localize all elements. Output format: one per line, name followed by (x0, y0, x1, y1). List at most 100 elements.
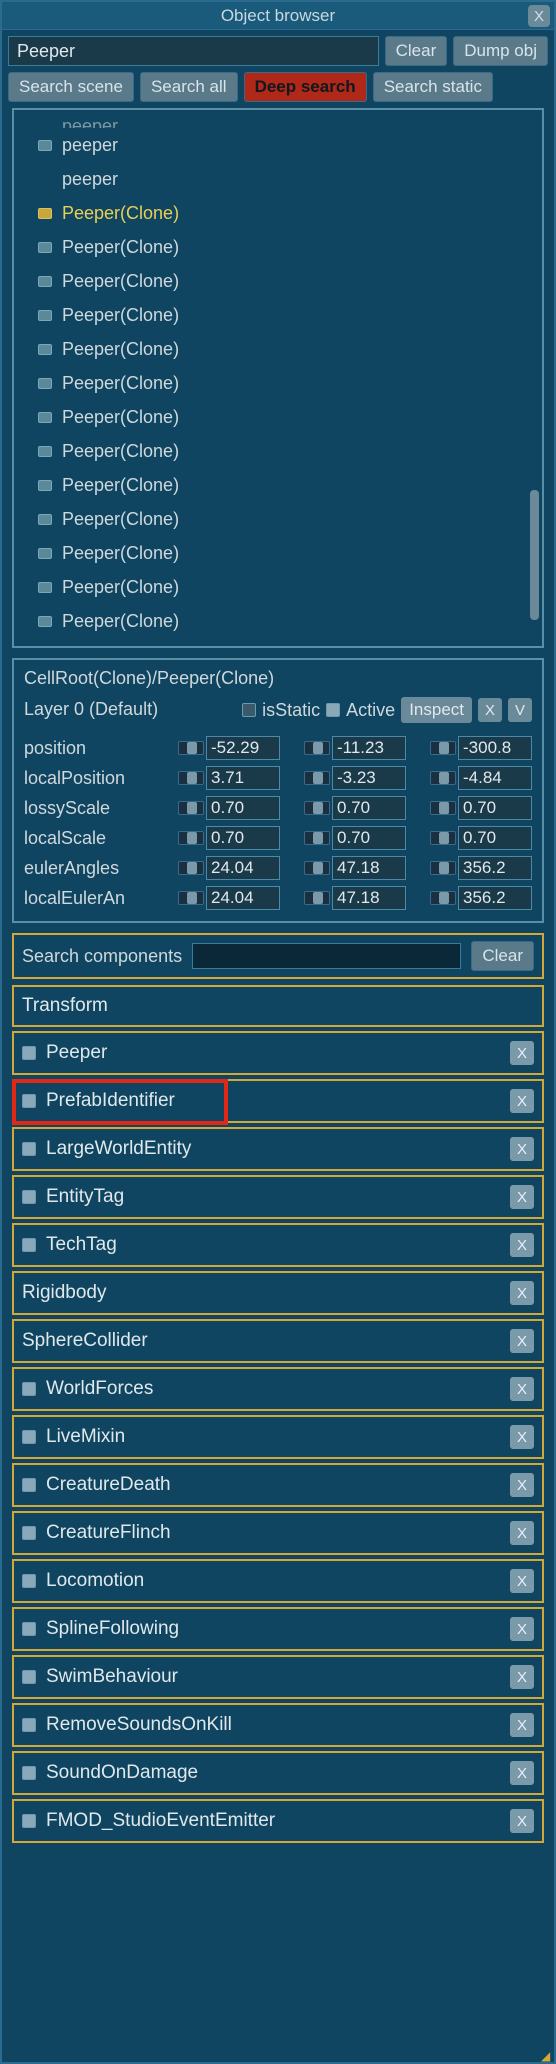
tree-item[interactable]: Peeper(Clone) (20, 434, 536, 468)
tree-item[interactable]: Peeper(Clone) (20, 196, 536, 230)
value-input-z[interactable] (458, 826, 532, 850)
search-static-button[interactable]: Search static (373, 72, 493, 102)
value-input-x[interactable] (206, 736, 280, 760)
value-input-y[interactable] (332, 736, 406, 760)
tree-scrollbar[interactable] (530, 490, 539, 620)
tree-item[interactable]: peeper (20, 114, 536, 128)
value-slider[interactable] (304, 741, 330, 755)
tree-item[interactable]: Peeper(Clone) (20, 570, 536, 604)
inspector-v-button[interactable]: V (508, 698, 532, 722)
component-row[interactable]: LargeWorldEntityX (12, 1127, 544, 1171)
object-tree[interactable]: peeperpeeperpeeperPeeper(Clone)Peeper(Cl… (12, 108, 544, 648)
component-enabled-checkbox[interactable] (22, 1238, 36, 1252)
value-input-y[interactable] (332, 766, 406, 790)
remove-component-button[interactable]: X (510, 1041, 534, 1065)
tree-item[interactable]: Peeper(Clone) (20, 400, 536, 434)
value-slider[interactable] (430, 831, 456, 845)
value-input-z[interactable] (458, 796, 532, 820)
remove-component-button[interactable]: X (510, 1713, 534, 1737)
remove-component-button[interactable]: X (510, 1665, 534, 1689)
value-input-z[interactable] (458, 766, 532, 790)
tree-item[interactable]: Peeper(Clone) (20, 332, 536, 366)
value-slider[interactable] (178, 741, 204, 755)
value-slider[interactable] (178, 861, 204, 875)
component-row[interactable]: LocomotionX (12, 1559, 544, 1603)
dump-obj-button[interactable]: Dump obj (453, 36, 548, 66)
value-input-z[interactable] (458, 736, 532, 760)
value-slider[interactable] (304, 831, 330, 845)
component-row[interactable]: TechTagX (12, 1223, 544, 1267)
component-search-clear[interactable]: Clear (471, 941, 534, 971)
component-row[interactable]: SplineFollowingX (12, 1607, 544, 1651)
component-row[interactable]: SphereColliderX (12, 1319, 544, 1363)
search-all-button[interactable]: Search all (140, 72, 238, 102)
clear-button[interactable]: Clear (385, 36, 448, 66)
tree-item[interactable]: Peeper(Clone) (20, 264, 536, 298)
tree-item[interactable]: Peeper(Clone) (20, 298, 536, 332)
component-enabled-checkbox[interactable] (22, 1430, 36, 1444)
component-enabled-checkbox[interactable] (22, 1046, 36, 1060)
component-enabled-checkbox[interactable] (22, 1622, 36, 1636)
component-enabled-checkbox[interactable] (22, 1382, 36, 1396)
tree-item[interactable]: Peeper(Clone) (20, 604, 536, 638)
remove-component-button[interactable]: X (510, 1761, 534, 1785)
value-input-y[interactable] (332, 826, 406, 850)
component-enabled-checkbox[interactable] (22, 1190, 36, 1204)
value-slider[interactable] (304, 801, 330, 815)
value-slider[interactable] (178, 891, 204, 905)
component-row[interactable]: SwimBehaviourX (12, 1655, 544, 1699)
search-scene-button[interactable]: Search scene (8, 72, 134, 102)
value-input-y[interactable] (332, 886, 406, 910)
remove-component-button[interactable]: X (510, 1521, 534, 1545)
remove-component-button[interactable]: X (510, 1281, 534, 1305)
component-row[interactable]: WorldForcesX (12, 1367, 544, 1411)
tree-item[interactable]: Peeper(Clone) (20, 502, 536, 536)
close-button[interactable]: X (528, 5, 550, 27)
component-enabled-checkbox[interactable] (22, 1766, 36, 1780)
inspector-x-button[interactable]: X (478, 698, 502, 722)
remove-component-button[interactable]: X (510, 1377, 534, 1401)
remove-component-button[interactable]: X (510, 1137, 534, 1161)
value-slider[interactable] (178, 801, 204, 815)
component-enabled-checkbox[interactable] (22, 1478, 36, 1492)
remove-component-button[interactable]: X (510, 1617, 534, 1641)
value-slider[interactable] (304, 861, 330, 875)
tree-item[interactable]: Peeper(Clone) (20, 230, 536, 264)
component-row[interactable]: EntityTagX (12, 1175, 544, 1219)
search-input[interactable] (8, 36, 379, 66)
remove-component-button[interactable]: X (510, 1233, 534, 1257)
component-row[interactable]: CreatureFlinchX (12, 1511, 544, 1555)
remove-component-button[interactable]: X (510, 1425, 534, 1449)
value-slider[interactable] (430, 741, 456, 755)
component-enabled-checkbox[interactable] (22, 1670, 36, 1684)
remove-component-button[interactable]: X (510, 1329, 534, 1353)
value-slider[interactable] (430, 801, 456, 815)
tree-item[interactable]: Peeper(Clone) (20, 468, 536, 502)
tree-item[interactable]: peeper (20, 162, 536, 196)
remove-component-button[interactable]: X (510, 1569, 534, 1593)
remove-component-button[interactable]: X (510, 1809, 534, 1833)
component-row[interactable]: PeeperX (12, 1031, 544, 1075)
value-input-x[interactable] (206, 766, 280, 790)
value-input-y[interactable] (332, 856, 406, 880)
active-checkbox[interactable] (326, 703, 340, 717)
component-row[interactable]: LiveMixinX (12, 1415, 544, 1459)
inspect-button[interactable]: Inspect (401, 697, 472, 723)
component-enabled-checkbox[interactable] (22, 1718, 36, 1732)
value-input-x[interactable] (206, 856, 280, 880)
value-slider[interactable] (304, 891, 330, 905)
component-row[interactable]: FMOD_StudioEventEmitterX (12, 1799, 544, 1843)
component-row[interactable]: CreatureDeathX (12, 1463, 544, 1507)
value-slider[interactable] (304, 771, 330, 785)
component-enabled-checkbox[interactable] (22, 1094, 36, 1108)
component-enabled-checkbox[interactable] (22, 1574, 36, 1588)
component-search-input[interactable] (192, 943, 461, 969)
tree-item[interactable]: peeper (20, 128, 536, 162)
value-slider[interactable] (178, 771, 204, 785)
tree-item[interactable]: Peeper(Clone) (20, 638, 536, 648)
value-slider[interactable] (178, 831, 204, 845)
value-input-z[interactable] (458, 886, 532, 910)
component-row[interactable]: RigidbodyX (12, 1271, 544, 1315)
value-input-x[interactable] (206, 826, 280, 850)
component-enabled-checkbox[interactable] (22, 1526, 36, 1540)
